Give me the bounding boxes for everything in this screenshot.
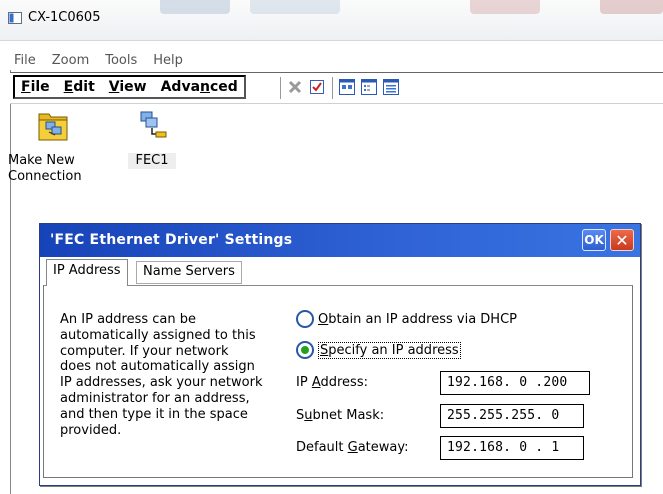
- ip-description: An IP address can be automatically assig…: [60, 312, 263, 438]
- large-icons-view-button[interactable]: [338, 78, 356, 96]
- radio-obtain-dhcp[interactable]: Obtain an IP address via DHCP: [296, 310, 517, 328]
- details-view-button[interactable]: [382, 78, 400, 96]
- ce-menu-advanced[interactable]: Advanced: [161, 79, 238, 95]
- ip-address-label: IP Address:: [296, 375, 368, 390]
- fec1-label: FEC1: [128, 153, 176, 169]
- network-connection-icon: [140, 111, 167, 138]
- delete-button[interactable]: [286, 78, 304, 96]
- outer-menu-help[interactable]: Help: [151, 53, 183, 68]
- make-new-connection-item[interactable]: Make New Connection: [8, 108, 94, 185]
- small-icons-view-icon: [361, 79, 377, 95]
- details-view-icon: [383, 79, 399, 95]
- outer-menu-bar: File Zoom Tools Help: [12, 50, 663, 70]
- large-icons-view-icon: [339, 79, 355, 95]
- ce-menu-view[interactable]: View: [109, 79, 147, 95]
- radio-button-unselected[interactable]: [296, 310, 314, 328]
- make-new-connection-icon: [38, 113, 68, 141]
- radio-button-selected[interactable]: [296, 341, 314, 359]
- delete-icon: [288, 80, 302, 94]
- outer-menu-tools[interactable]: Tools: [103, 53, 137, 68]
- ce-menu: File Edit View Advanced: [13, 75, 246, 99]
- ip-address-field[interactable]: 192.168. 0 .200: [440, 371, 590, 395]
- radio-obtain-dhcp-label: Obtain an IP address via DHCP: [318, 311, 517, 327]
- radio-specify-ip-label: Specify an IP address: [318, 341, 461, 359]
- close-button[interactable]: ✕: [610, 229, 634, 251]
- background-blur: [470, 0, 540, 14]
- dialog-title-bar: 'FEC Ethernet Driver' Settings OK ✕: [40, 224, 640, 257]
- window-title-bar: CX-1C0605: [0, 0, 663, 41]
- background-blur: [160, 0, 230, 14]
- outer-menu-zoom[interactable]: Zoom: [50, 53, 89, 68]
- small-icons-view-button[interactable]: [360, 78, 378, 96]
- ip-address-panel: An IP address can be automatically assig…: [43, 285, 633, 478]
- fec-ethernet-settings-dialog: 'FEC Ethernet Driver' Settings OK ✕ IP A…: [39, 223, 641, 486]
- tab-name-servers[interactable]: Name Servers: [136, 261, 242, 284]
- properties-icon: [310, 80, 324, 94]
- default-gateway-field[interactable]: 192.168. 0 . 1: [440, 436, 584, 460]
- radio-specify-ip[interactable]: Specify an IP address: [296, 341, 461, 359]
- outer-menu-file[interactable]: File: [12, 53, 36, 68]
- make-new-connection-line2: Connection: [8, 169, 82, 184]
- close-icon: ✕: [615, 230, 629, 250]
- fec1-connection-item[interactable]: FEC1: [128, 108, 176, 169]
- subnet-mask-label: Subnet Mask:: [296, 408, 385, 423]
- background-blur: [250, 0, 340, 14]
- ce-command-bar: File Edit View Advanced: [10, 72, 663, 104]
- toolbar-separator: [332, 77, 333, 99]
- make-new-connection-line1: Make New: [8, 153, 75, 168]
- subnet-mask-field[interactable]: 255.255.255. 0: [440, 404, 584, 428]
- radio-selected-dot: [301, 346, 309, 354]
- app-window-icon: [8, 12, 22, 28]
- ce-menu-file[interactable]: File: [21, 79, 50, 95]
- background-blur: [600, 0, 663, 14]
- properties-button[interactable]: [308, 78, 326, 96]
- toolbar-separator: [280, 77, 281, 99]
- window-title: CX-1C0605: [28, 10, 101, 25]
- tab-ip-address[interactable]: IP Address: [46, 259, 128, 286]
- dialog-title: 'FEC Ethernet Driver' Settings: [50, 232, 293, 248]
- ce-menu-edit[interactable]: Edit: [64, 79, 95, 95]
- default-gateway-label: Default Gateway:: [296, 440, 409, 455]
- ok-button[interactable]: OK: [582, 229, 606, 251]
